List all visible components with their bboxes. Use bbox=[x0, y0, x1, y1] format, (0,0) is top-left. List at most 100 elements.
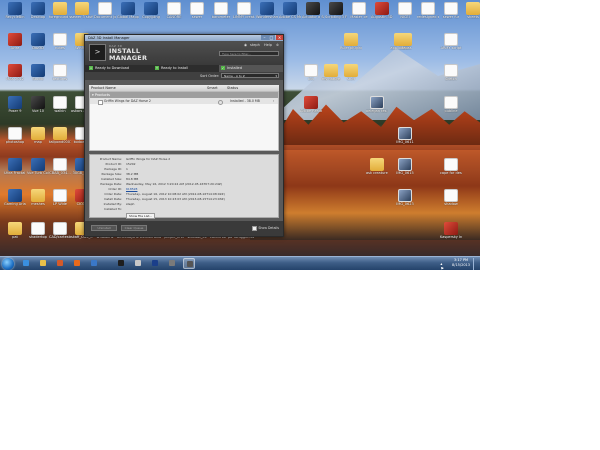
desktop-icon[interactable]: Ruler pluging bbox=[340, 33, 362, 50]
desktop-icon[interactable]: meshes bbox=[27, 189, 49, 206]
sort-order-select[interactable]: Name - A to Z ▾ bbox=[221, 73, 279, 78]
desktop-icon[interactable]: CANORE bbox=[163, 2, 185, 19]
desktop-icon-label: pat bbox=[12, 235, 18, 239]
desktop-icon[interactable]: Ultra Fractal 5.02 bbox=[4, 158, 26, 175]
app-icon bbox=[260, 2, 274, 15]
desktop-icon[interactable]: redesigned sleeve bbox=[417, 2, 439, 19]
filter-input[interactable]: Type here to filter... bbox=[219, 51, 279, 56]
minimize-button[interactable]: – bbox=[261, 35, 268, 40]
desktop-icon[interactable]: NICEI bbox=[394, 2, 416, 19]
desktop-icon[interactable]: Sketch bbox=[440, 64, 462, 81]
desktop-icon[interactable]: IMG_0611 bbox=[394, 127, 416, 144]
desktop-icon[interactable]: my nature bbox=[320, 64, 342, 81]
desktop-icon[interactable]: IMG_0623 bbox=[394, 189, 416, 206]
help-link[interactable]: Help bbox=[264, 43, 272, 47]
show-details-checkbox[interactable] bbox=[252, 225, 258, 231]
desktop-icon[interactable]: sewer bbox=[186, 2, 208, 19]
desktop-icon[interactable]: Wondershare Video Conv bbox=[256, 2, 278, 19]
desktop-icon[interactable]: Studio bbox=[27, 64, 49, 81]
desktop-icon[interactable]: bot bbox=[300, 64, 322, 81]
desktop-icon[interactable]: Document journal stuff bbox=[94, 2, 116, 19]
desktop-icon[interactable]: IMG_0615 bbox=[394, 158, 416, 175]
start-button[interactable] bbox=[2, 258, 14, 270]
desktop-icon[interactable]: notes bbox=[49, 33, 71, 50]
desktop-icon[interactable]: ARMY script bbox=[440, 33, 462, 50]
desktop-icon[interactable]: Copy/ping bbox=[140, 2, 162, 19]
daz-icon[interactable] bbox=[115, 258, 127, 269]
desktop-icon[interactable]: publine bbox=[440, 96, 462, 113]
desktop-icon[interactable]: Vue Turb Collectio... bbox=[27, 158, 49, 175]
desktop-icon[interactable]: shadow bbox=[440, 189, 462, 206]
show-details-toggle[interactable]: Show Details bbox=[252, 225, 279, 231]
close-button[interactable]: × bbox=[276, 35, 283, 40]
firefox-icon[interactable] bbox=[71, 258, 83, 269]
notepad-icon[interactable] bbox=[132, 258, 144, 269]
vue-icon[interactable] bbox=[166, 258, 178, 269]
tray-icons[interactable]: ▴ ⚑ ▮ ♪ bbox=[440, 261, 444, 270]
desktop-icon[interactable]: oelegan tes.jpg bbox=[366, 96, 388, 113]
desktop-icon[interactable]: LP Wide bbox=[49, 189, 71, 206]
desktop-icon[interactable]: Poser 9 bbox=[4, 96, 26, 113]
desktop-icon[interactable]: photoshop bbox=[4, 127, 26, 144]
app-icon bbox=[31, 33, 45, 46]
desktop-icon[interactable]: Vue 10 bbox=[27, 96, 49, 113]
desktop-icon[interactable]: stuff bbox=[340, 64, 362, 81]
desktop-icon[interactable]: barometer bbox=[210, 2, 232, 19]
desktop-icon-label: Actuator a Science d... bbox=[302, 15, 324, 19]
user-link[interactable]: steph bbox=[250, 43, 260, 47]
show-desktop-button[interactable] bbox=[473, 258, 478, 270]
desktop-icon[interactable]: Desktop bbox=[27, 2, 49, 19]
chevron-right-icon[interactable]: › bbox=[273, 98, 274, 104]
desktop-icon[interactable]: LIMMY creat.txt bbox=[233, 2, 255, 19]
desktop-icon[interactable]: Adobe Reader X bbox=[300, 96, 322, 113]
desktop-icon[interactable]: sewer 3 stuff bbox=[71, 2, 93, 19]
desktop-icon[interactable]: shadertop bbox=[27, 222, 49, 239]
uninstall-button[interactable]: Uninstall bbox=[91, 225, 117, 231]
desktop-icon[interactable]: MAX 2012 bbox=[4, 64, 26, 81]
tab-ready-to-install[interactable]: ↑ Ready to Install bbox=[153, 65, 188, 72]
desktop-icon[interactable]: map bbox=[27, 127, 49, 144]
explorer-icon[interactable] bbox=[37, 258, 49, 269]
desktop-icon[interactable]: CBAB_034... bbox=[49, 158, 71, 175]
show-file-list-button[interactable]: Show File List... bbox=[126, 213, 156, 219]
desktop-icon[interactable]: Maps bbox=[394, 33, 416, 50]
maximize-button[interactable]: □ bbox=[268, 35, 275, 40]
desktop-icon[interactable]: RecycleBin bbox=[4, 2, 26, 19]
desktop-icon[interactable]: sewer fur bbox=[440, 2, 462, 19]
desktop-icon[interactable]: textures bbox=[49, 64, 71, 81]
desktop-icon[interactable]: Adobe CS Media... bbox=[279, 2, 301, 19]
desktop-icon[interactable]: Global Mapper bbox=[117, 2, 139, 19]
clock[interactable]: 3:17 PM 8/15/2013 bbox=[452, 258, 470, 268]
desktop-icon[interactable]: sheets bbox=[462, 2, 480, 19]
desktop-icon[interactable]: Actuator a Science d... bbox=[302, 2, 324, 19]
settings-gear-icon[interactable]: ✲ bbox=[276, 43, 279, 47]
photoshop-icon[interactable] bbox=[149, 258, 161, 269]
product-checkbox[interactable] bbox=[98, 99, 103, 105]
user-icon: ◉ bbox=[243, 43, 248, 47]
product-row[interactable]: Griffin Wings for DAZ Horse 2 Installed … bbox=[90, 98, 278, 105]
doc-icon bbox=[398, 2, 412, 15]
tab-installed[interactable]: ✓ Installed bbox=[219, 65, 283, 72]
desktop-icon[interactable]: walkin bbox=[49, 96, 71, 113]
desktop-icon[interactable]: Gaming Aria 3 bbox=[4, 189, 26, 206]
install-manager-icon[interactable] bbox=[183, 258, 195, 269]
desktop-icon-label: ask creature creator bbox=[366, 171, 388, 175]
desktop-icon[interactable]: Scripting 3 Fuzes Studio bbox=[325, 2, 347, 19]
media-icon[interactable] bbox=[54, 258, 66, 269]
desktop-icon[interactable]: tailpond0001 bbox=[49, 127, 71, 144]
desktop-icon[interactable]: cape for desert rift.pdf bbox=[440, 158, 462, 175]
desktop-icon[interactable]: Avira bbox=[4, 33, 26, 50]
desktop-icon[interactable]: foreground stuff bbox=[49, 2, 71, 19]
desktop-icon[interactable]: Daz3D bbox=[27, 33, 49, 50]
ie-icon[interactable] bbox=[20, 258, 32, 269]
desktop-icon[interactable]: Augustin 3D Clothes bbox=[371, 2, 393, 19]
red-icon bbox=[304, 96, 318, 109]
outlook-icon[interactable] bbox=[88, 258, 100, 269]
desktop-icon[interactable]: CAD/carteste bbox=[49, 222, 71, 239]
desktop-icon[interactable]: Master ce bbox=[348, 2, 370, 19]
desktop-icon[interactable]: pat bbox=[4, 222, 26, 239]
desktop-icon[interactable]: ask creature creator bbox=[366, 158, 388, 175]
tab-ready-to-download[interactable]: ↓ Ready to Download bbox=[87, 65, 129, 72]
clear-queue-button[interactable]: Clear Queue bbox=[121, 225, 147, 231]
desktop-icon[interactable]: Kaspersky Internet bbox=[440, 222, 462, 239]
